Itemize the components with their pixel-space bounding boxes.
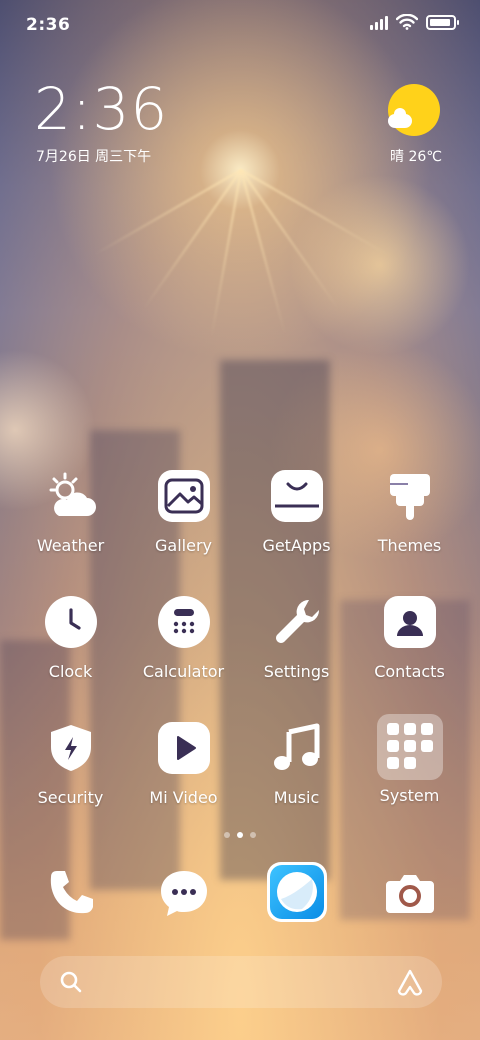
app-gallery[interactable]: Gallery — [127, 470, 240, 555]
signal-icon — [370, 14, 388, 30]
app-getapps[interactable]: GetApps — [240, 470, 353, 555]
search-bar[interactable] — [40, 956, 442, 1008]
app-label: Music — [273, 788, 320, 807]
clock-widget-time[interactable]: 2:36 — [34, 76, 168, 142]
mi-video-icon — [157, 722, 210, 774]
cloud-icon — [388, 108, 412, 128]
firework-ray — [240, 169, 389, 256]
settings-icon — [271, 596, 323, 648]
search-icon — [60, 971, 82, 993]
app-themes[interactable]: Themes — [353, 470, 466, 555]
messages-icon — [155, 864, 213, 922]
battery-icon — [426, 14, 459, 30]
wifi-icon — [396, 14, 418, 30]
app-label: System — [379, 786, 440, 805]
weather-widget-text[interactable]: 晴 26℃ — [390, 146, 442, 166]
weather-icon — [45, 470, 97, 522]
app-label: GetApps — [262, 536, 331, 555]
music-icon — [271, 722, 323, 774]
dock — [14, 862, 466, 924]
app-music[interactable]: Music — [240, 722, 353, 807]
dock-phone[interactable] — [14, 864, 127, 922]
status-bar: 2:36 — [0, 0, 480, 50]
app-label: Clock — [48, 662, 93, 681]
app-label: Mi Video — [149, 788, 218, 807]
clock-icon — [44, 596, 97, 648]
camera-icon — [381, 864, 439, 922]
dock-messages[interactable] — [127, 864, 240, 922]
getapps-icon — [270, 470, 323, 522]
app-label: Settings — [263, 662, 330, 681]
assistant-icon[interactable] — [396, 968, 424, 996]
status-time: 2:36 — [26, 15, 71, 35]
app-label: Contacts — [374, 662, 445, 681]
page-indicator[interactable] — [0, 832, 480, 838]
app-system-folder[interactable]: System — [353, 714, 466, 805]
app-calculator[interactable]: Calculator — [127, 596, 240, 681]
app-label: Gallery — [155, 536, 212, 555]
dock-camera[interactable] — [353, 864, 466, 922]
browser-icon — [266, 862, 327, 922]
themes-icon — [384, 470, 436, 522]
firework-ray — [93, 169, 242, 256]
app-clock[interactable]: Clock — [14, 596, 127, 681]
system-folder-icon — [376, 714, 443, 780]
clock-widget-date[interactable]: 7月26日 周三下午 — [36, 146, 151, 166]
calculator-icon — [157, 596, 210, 648]
app-contacts[interactable]: Contacts — [353, 596, 466, 681]
security-icon — [45, 722, 97, 774]
app-security[interactable]: Security — [14, 722, 127, 807]
contacts-icon — [383, 596, 436, 648]
page-dot-active — [237, 832, 243, 838]
page-dot — [250, 832, 256, 838]
status-icons — [370, 14, 459, 30]
firework-ray — [240, 169, 340, 310]
app-label: Themes — [377, 536, 442, 555]
dock-browser[interactable] — [240, 862, 353, 922]
gallery-icon — [157, 470, 210, 522]
battery-fill — [430, 18, 450, 26]
phone-icon — [42, 864, 100, 922]
app-settings[interactable]: Settings — [240, 596, 353, 681]
app-label: Weather — [36, 536, 105, 555]
app-label: Calculator — [142, 662, 225, 681]
app-weather[interactable]: Weather — [14, 470, 127, 555]
firework-ray — [240, 169, 286, 335]
firework-ray — [210, 169, 242, 338]
app-label: Security — [37, 788, 104, 807]
app-mi-video[interactable]: Mi Video — [127, 722, 240, 807]
page-dot — [224, 832, 230, 838]
